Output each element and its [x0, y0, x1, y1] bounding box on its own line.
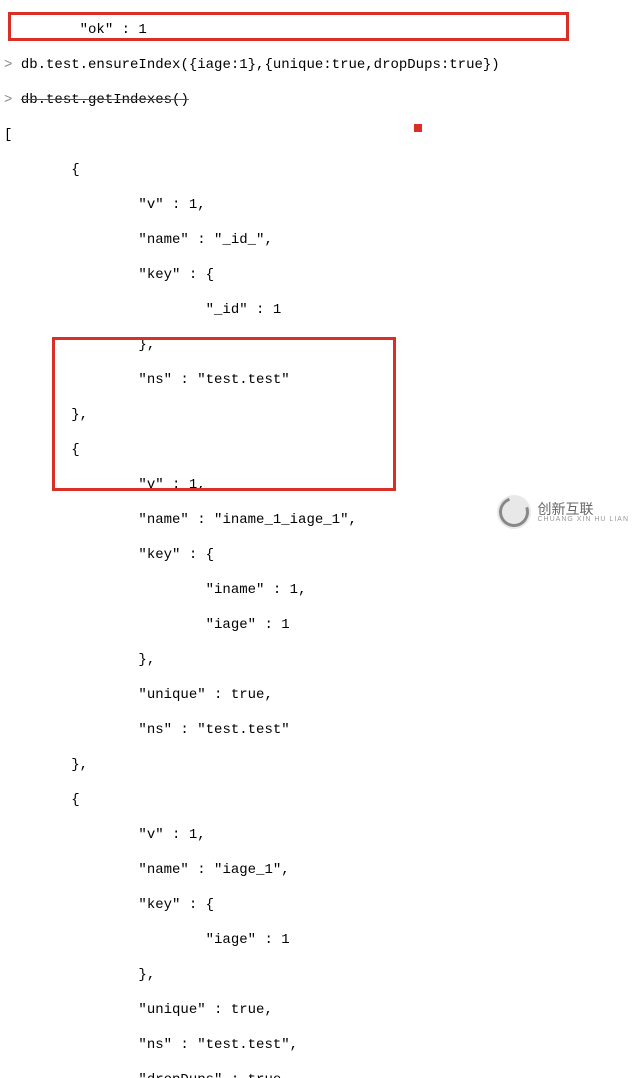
output-open: [	[4, 127, 639, 145]
index1-open: {	[4, 442, 639, 460]
idx2-key-iage: "iage" : 1	[4, 932, 639, 950]
idx1-v: "v" : 1,	[4, 477, 639, 495]
logo-en-text: CHUANG XIN HU LIAN	[537, 516, 629, 523]
command-line-2: > db.test.getIndexes()	[4, 92, 639, 110]
idx0-name: "name" : "_id_",	[4, 232, 639, 250]
idx2-key-open: "key" : {	[4, 897, 639, 915]
partial-prev-output: "ok" : 1	[4, 22, 639, 40]
idx1-key-iage: "iage" : 1	[4, 617, 639, 635]
logo-circle-icon	[497, 495, 531, 529]
idx2-dropdups: "dropDups" : true	[4, 1072, 639, 1078]
idx2-ns: "ns" : "test.test",	[4, 1037, 639, 1055]
idx1-key-iname: "iname" : 1,	[4, 582, 639, 600]
cursor-marker-icon	[414, 124, 422, 132]
idx2-unique: "unique" : true,	[4, 1002, 639, 1020]
prompt-icon: >	[4, 57, 12, 73]
idx1-ns: "ns" : "test.test"	[4, 722, 639, 740]
idx1-unique: "unique" : true,	[4, 687, 639, 705]
idx0-ns: "ns" : "test.test"	[4, 372, 639, 390]
logo-text: 创新互联 CHUANG XIN HU LIAN	[537, 502, 629, 523]
watermark-logo: 创新互联 CHUANG XIN HU LIAN	[497, 495, 629, 529]
idx0-key-id: "_id" : 1	[4, 302, 639, 320]
command-getindexes: db.test.getIndexes()	[21, 92, 189, 108]
idx2-key-close: },	[4, 967, 639, 985]
logo-swoosh-icon	[495, 492, 535, 532]
index0-close: },	[4, 407, 639, 425]
index0-open: {	[4, 162, 639, 180]
idx1-key-close: },	[4, 652, 639, 670]
idx2-name: "name" : "iage_1",	[4, 862, 639, 880]
prompt-icon: >	[4, 92, 12, 108]
idx0-v: "v" : 1,	[4, 197, 639, 215]
idx0-key-close: },	[4, 337, 639, 355]
command-line-1: > db.test.ensureIndex({iage:1},{unique:t…	[4, 57, 639, 75]
logo-cn-text: 创新互联	[537, 502, 629, 516]
terminal-output: "ok" : 1 > db.test.ensureIndex({iage:1},…	[0, 0, 639, 1078]
index1-close: },	[4, 757, 639, 775]
index2-open: {	[4, 792, 639, 810]
idx0-key-open: "key" : {	[4, 267, 639, 285]
idx1-key-open: "key" : {	[4, 547, 639, 565]
idx2-v: "v" : 1,	[4, 827, 639, 845]
command-ensureindex: db.test.ensureIndex({iage:1},{unique:tru…	[21, 57, 500, 73]
